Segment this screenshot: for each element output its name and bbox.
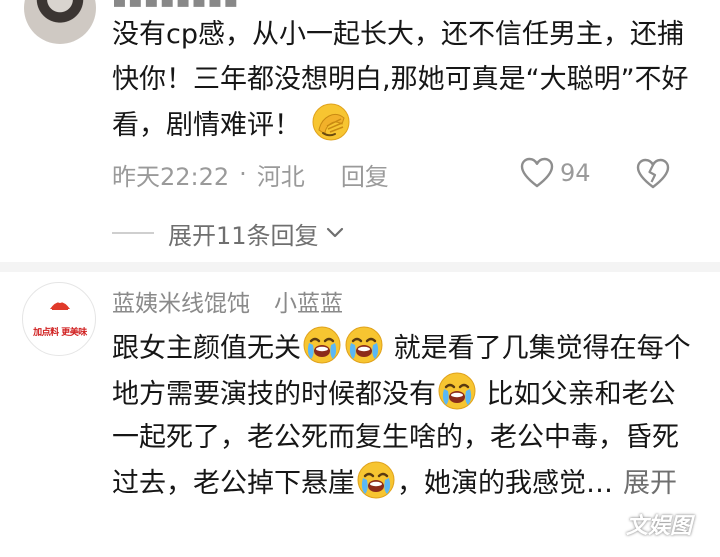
comment-date: 昨天22:22 xyxy=(112,162,230,191)
meta-separator: · xyxy=(239,160,247,188)
broken-heart-icon xyxy=(636,158,670,189)
username[interactable]: ▪▪▪▪▪▪▪▪ xyxy=(112,0,239,13)
facepalm-emoji-icon xyxy=(311,102,351,142)
crying-emoji-icon xyxy=(437,371,477,411)
comment-divider xyxy=(0,262,720,272)
comment-text-body: 没有cp感，从小一起长大，还不信任男主，还捕快你！三年都没想明白,那她可真是“大… xyxy=(112,19,689,141)
comment-text-segment: 跟女主颜值无关 xyxy=(112,333,301,364)
avatar[interactable] xyxy=(24,0,96,44)
chevron-down-icon xyxy=(326,227,343,238)
comment-header: 蓝姨米线馄饨 小蓝蓝 xyxy=(112,284,343,318)
avatar-brand-text: 加点料 更美味 xyxy=(33,328,87,338)
expand-text-button[interactable]: 展开 xyxy=(623,468,677,499)
avatar[interactable]: 加点料 更美味 xyxy=(22,282,96,356)
comment-text-segment: ，她演的我感觉… xyxy=(397,467,613,499)
crying-emoji-icon xyxy=(356,460,396,500)
watermark: 文娱图 xyxy=(626,514,693,539)
reply-button[interactable]: 回复 xyxy=(341,157,389,192)
dislike-button[interactable] xyxy=(636,158,670,194)
heart-icon xyxy=(520,157,554,188)
expand-replies-label: 展开11条回复 xyxy=(168,221,319,250)
comment-meta: 昨天22:22 · 河北 回复 xyxy=(112,156,389,192)
expand-replies-button[interactable]: 展开11条回复 xyxy=(112,216,345,250)
crying-emoji-icon xyxy=(344,325,384,365)
comment-location: 河北 xyxy=(256,162,305,191)
like-count: 94 xyxy=(560,159,591,187)
comment-text: 没有cp感，从小一起长大，还不信任男主，还捕快你！三年都没想明白,那她可真是“大… xyxy=(112,12,702,148)
expand-line xyxy=(112,232,154,234)
like-button[interactable]: 94 xyxy=(520,157,591,189)
comment-text: 跟女主颜值无关 就是看了几集觉得在每个地方需要演技的时候都没有 比如父亲和老公一… xyxy=(112,325,702,505)
crying-emoji-icon xyxy=(302,325,342,365)
user-tag: 小蓝蓝 xyxy=(274,291,343,317)
brand-logo-icon xyxy=(50,297,70,310)
username[interactable]: 蓝姨米线馄饨 xyxy=(112,284,250,318)
